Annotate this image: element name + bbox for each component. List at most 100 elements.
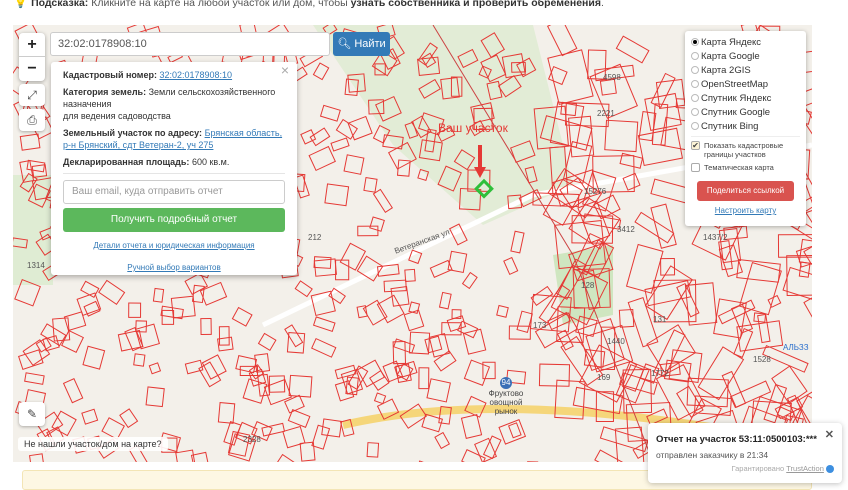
parcel[interactable]	[370, 217, 384, 231]
parcel[interactable]	[549, 67, 567, 85]
report-details-link[interactable]: Детали отчета и юридическая информация	[63, 240, 285, 252]
layer-option[interactable]: OpenStreetMap	[691, 77, 800, 91]
cadastral-number-link[interactable]: 32:02:0178908:10	[159, 70, 232, 80]
parcel[interactable]	[344, 155, 364, 174]
parcel[interactable]	[413, 461, 432, 462]
parcel[interactable]	[82, 409, 98, 424]
parcel[interactable]	[737, 260, 781, 283]
layer-option[interactable]: Спутник Google	[691, 105, 800, 119]
parcel[interactable]	[64, 379, 83, 403]
manual-select-link[interactable]: Ручной выбор вариантов	[63, 262, 285, 274]
parcel[interactable]	[83, 346, 105, 369]
parcel[interactable]	[322, 419, 342, 437]
parcel[interactable]	[153, 288, 163, 302]
parcel[interactable]	[232, 308, 252, 326]
parcel[interactable]	[336, 120, 357, 139]
parcel[interactable]	[616, 36, 648, 63]
search-button[interactable]: 🔍︎ Найти	[333, 32, 390, 56]
parcel[interactable]	[758, 314, 770, 342]
parcel[interactable]	[499, 420, 525, 444]
email-input[interactable]: Ваш email, куда отправить отчет	[63, 180, 285, 204]
get-report-button[interactable]: Получить подробный отчет	[63, 208, 285, 232]
parcel[interactable]	[393, 342, 405, 364]
parcel[interactable]	[314, 317, 335, 331]
parcel[interactable]	[804, 239, 812, 264]
parcel[interactable]	[405, 269, 415, 281]
parcel[interactable]	[149, 363, 160, 374]
close-icon[interactable]: ✕	[825, 428, 834, 441]
parcel[interactable]	[511, 231, 524, 253]
parcel[interactable]	[504, 258, 518, 275]
parcel[interactable]	[236, 356, 257, 373]
parcel[interactable]	[497, 305, 509, 317]
parcel[interactable]	[219, 327, 229, 345]
parcel[interactable]	[285, 325, 303, 347]
parcel[interactable]	[53, 318, 70, 341]
parcel[interactable]	[778, 235, 812, 258]
parcel[interactable]	[200, 282, 226, 305]
parcel[interactable]	[259, 333, 276, 350]
parcel[interactable]	[737, 321, 783, 351]
parcel[interactable]	[30, 454, 45, 462]
not-found-link[interactable]: Не нашли участок/дом на карте?	[18, 437, 168, 451]
parcel[interactable]	[358, 360, 385, 387]
share-link-button[interactable]: Поделиться ссылкой	[697, 181, 794, 201]
ruler-icon[interactable]: ✎	[19, 402, 45, 426]
parcel[interactable]	[313, 63, 328, 79]
parcel[interactable]	[384, 280, 406, 292]
parcel[interactable]	[768, 296, 781, 308]
parcel[interactable]	[20, 134, 40, 150]
parcel[interactable]	[321, 105, 341, 121]
parcel[interactable]	[314, 257, 331, 269]
parcel[interactable]	[358, 226, 378, 236]
parcel[interactable]	[539, 364, 569, 386]
parcel[interactable]	[427, 379, 450, 402]
parcel[interactable]	[134, 354, 145, 366]
parcel[interactable]	[635, 212, 674, 242]
parcel[interactable]	[651, 73, 675, 107]
parcel[interactable]	[722, 372, 745, 408]
parcel[interactable]	[734, 329, 753, 358]
parcel[interactable]	[440, 292, 452, 308]
layer-option[interactable]: Спутник Bing	[691, 119, 800, 133]
fullscreen-icon[interactable]: ⤢	[19, 84, 45, 106]
parcel[interactable]	[146, 387, 164, 407]
parcel[interactable]	[509, 423, 521, 438]
parcel[interactable]	[309, 147, 335, 171]
parcel[interactable]	[623, 369, 651, 413]
parcel[interactable]	[461, 415, 481, 439]
parcel[interactable]	[685, 283, 716, 325]
parcel[interactable]	[367, 443, 378, 457]
thematic-map-checkbox[interactable]: Тематическая карта	[691, 163, 800, 172]
parcel[interactable]	[595, 450, 624, 462]
parcel[interactable]	[218, 403, 234, 424]
parcel[interactable]	[202, 355, 226, 379]
parcel[interactable]	[340, 243, 365, 270]
parcel[interactable]	[325, 184, 349, 206]
parcel[interactable]	[377, 295, 404, 322]
parcel[interactable]	[255, 354, 270, 372]
parcel[interactable]	[312, 425, 330, 449]
parcel[interactable]	[698, 347, 743, 400]
parcel[interactable]	[645, 93, 681, 130]
parcel[interactable]	[605, 120, 638, 151]
parcel[interactable]	[288, 410, 309, 428]
parcel[interactable]	[271, 455, 300, 462]
parcel[interactable]	[804, 282, 812, 325]
parcel[interactable]	[310, 128, 329, 145]
parcel[interactable]	[548, 25, 577, 56]
layer-option[interactable]: Карта Google	[691, 49, 800, 63]
parcel[interactable]	[19, 350, 43, 370]
parcel[interactable]	[283, 426, 305, 447]
parcel[interactable]	[677, 386, 703, 417]
parcel[interactable]	[627, 244, 663, 293]
parcel[interactable]	[419, 368, 429, 389]
parcel[interactable]	[638, 128, 682, 165]
parcel[interactable]	[289, 375, 312, 397]
parcel[interactable]	[312, 339, 336, 358]
parcel[interactable]	[62, 331, 84, 353]
parcel[interactable]	[429, 334, 449, 357]
parcel[interactable]	[448, 251, 467, 272]
parcel[interactable]	[129, 303, 141, 317]
parcel[interactable]	[548, 50, 593, 104]
